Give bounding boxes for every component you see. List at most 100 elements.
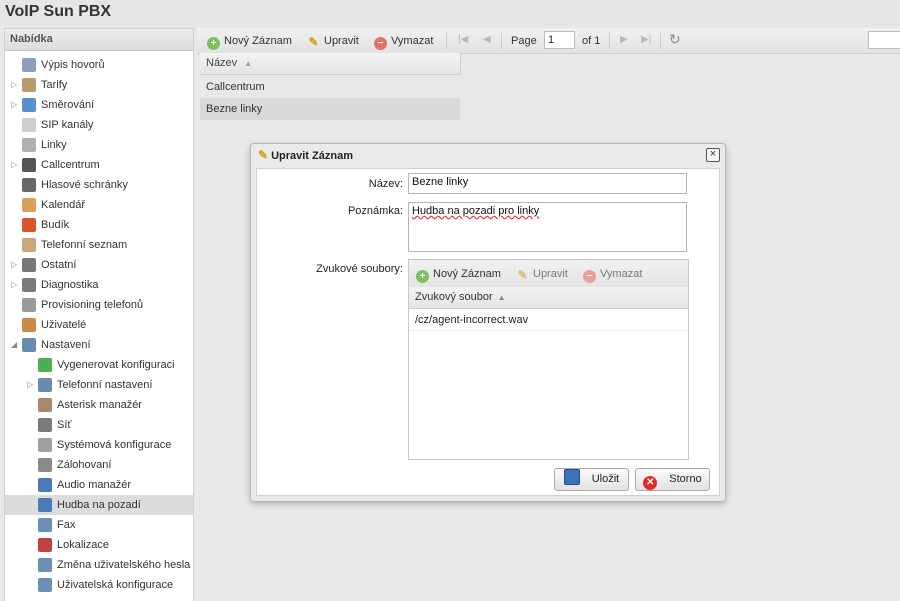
sound-file-row[interactable]: /cz/agent-incorrect.wav [409,309,688,331]
sip-icon [22,118,36,132]
sidebar-item[interactable]: Audio manažér [5,475,193,495]
sidebar-item[interactable]: ▷ Diagnostika [5,275,193,295]
sidebar-item-label: Hudba na pozadí [57,499,141,511]
sidebar-item[interactable]: ▷ Tarify [5,75,193,95]
navigation-tree: Výpis hovorů ▷ Tarify ▷ Směrování SIP kanály L… [5,51,193,601]
grid-header[interactable]: Název ▲ [200,53,461,75]
previous-page-icon[interactable]: ◀ [483,34,491,45]
sidebar-item[interactable]: Výpis hovorů [5,55,193,75]
save-button[interactable]: Uložit [554,468,629,491]
sidebar-item[interactable]: Linky [5,135,193,155]
add-icon: + [416,270,429,283]
pencil-icon: ✎ [517,268,528,282]
note-field-label: Poznámka: [347,205,403,217]
pencil-icon: ✎ [258,148,269,162]
expand-arrow-icon[interactable]: ▷ [11,95,20,115]
expand-arrow-icon[interactable]: ▷ [11,275,20,295]
sidebar-item[interactable]: Asterisk manažér [5,395,193,415]
add-sound-file-button[interactable]: + Nový Záznam [416,266,501,283]
expand-arrow-icon[interactable]: ▷ [11,75,20,95]
pencil-icon: ✎ [308,35,319,49]
column-header-name[interactable]: Název ▲ [206,57,252,69]
dialog-title[interactable]: ✎ Upravit Záznam [258,148,353,162]
navigation-panel-title[interactable]: Nabídka [5,29,193,51]
expand-arrow-icon[interactable]: ▷ [11,255,20,275]
sidebar-item[interactable]: ◢ Nastavení [5,335,193,355]
sidebar-item[interactable]: Systémová konfigurace [5,435,193,455]
sidebar-item[interactable]: Uživatelská konfigurace [5,575,193,595]
floppy-disk-icon [563,469,580,485]
sidebar-item-label: Telefonní seznam [41,239,128,251]
server-icon [38,438,52,452]
report-icon [22,58,36,72]
sidebar-item-label: Změna uživatelského hesla [57,559,191,571]
expand-arrow-icon[interactable]: ▷ [27,375,36,395]
add-icon: + [207,37,220,50]
refresh-icon[interactable]: ↻ [669,31,681,48]
sidebar-item[interactable]: ▷ Směrování [5,95,193,115]
routing-icon [22,98,36,112]
dialog-form: Název: Bezne linky Poznámka: Hudba na po… [256,168,720,496]
music-icon [38,498,52,512]
sidebar-item-label: Fax [57,519,76,531]
sidebar-item[interactable]: Budík [5,215,193,235]
first-page-icon[interactable]: |◀ [458,34,468,45]
check-icon [38,358,52,372]
edit-sound-file-button[interactable]: ✎ Upravit [516,266,567,282]
sidebar-item[interactable]: Kalendář [5,195,193,215]
sidebar-item[interactable]: Síť [5,415,193,435]
sidebar-item[interactable]: Telefonní seznam [5,235,193,255]
sidebar-item-label: Směrování [41,99,95,111]
flag-icon [38,538,52,552]
search-input[interactable] [868,31,900,49]
column-header-sound-file[interactable]: Zvukový soubor ▲ [415,291,506,303]
delete-record-button[interactable]: − Vymazat [374,33,433,50]
edit-record-button[interactable]: ✎ Upravit [307,33,358,49]
diagnostics-icon [22,278,36,292]
sidebar-item[interactable]: Změna uživatelského hesla [5,555,193,575]
toolbar-separator [660,33,661,49]
sound-files-grid: + Nový Záznam ✎ Upravit − Vymazat Zvukový s… [408,259,689,460]
sidebar-item-label: Zálohovaní [57,459,112,471]
sidebar-item[interactable]: Provisioning telefonů [5,295,193,315]
voicemail-icon [22,178,36,192]
table-row-selected[interactable]: Bezne linky [200,98,460,120]
next-page-icon[interactable]: ▶ [620,34,628,45]
note-textarea[interactable]: Hudba na pozadi pro linky [408,202,687,252]
sidebar-item-label: Výpis hovorů [41,59,105,71]
sidebar-item[interactable]: Vygenerovat konfiguraci [5,355,193,375]
close-button[interactable]: × [706,148,720,162]
sidebar-item-label: Ostatní [41,259,77,271]
page-number-input[interactable]: 1 [544,31,575,49]
sort-asc-icon: ▲ [244,59,253,68]
asterisk-icon [38,398,52,412]
toolbar-separator [609,33,610,49]
tariff-icon [22,78,36,92]
name-input[interactable]: Bezne linky [408,173,687,194]
sidebar-item[interactable]: ▷ Telefonní nastavení [5,375,193,395]
other-icon [22,258,36,272]
sidebar-item[interactable]: Zálohovaní [5,455,193,475]
collapse-arrow-icon[interactable]: ◢ [11,335,20,355]
sidebar-item[interactable]: Fax [5,515,193,535]
cancel-button[interactable]: ✕ Storno [635,468,710,491]
delete-sound-file-button[interactable]: − Vymazat [583,266,642,283]
sidebar-item-label: Lokalizace [57,539,109,551]
sidebar-item[interactable]: Hlasové schránky [5,175,193,195]
expand-arrow-icon[interactable]: ▷ [11,155,20,175]
sidebar-item[interactable]: Hudba na pozadí [5,495,193,515]
sidebar-item[interactable]: SIP kanály [5,115,193,135]
sidebar-item[interactable]: ▷ Callcentrum [5,155,193,175]
last-page-icon[interactable]: ▶| [641,34,651,45]
calendar-icon [22,198,36,212]
add-record-button[interactable]: + Nový Záznam [207,33,292,50]
sound-files-header[interactable]: Zvukový soubor ▲ [409,287,688,309]
sidebar-item[interactable]: ▷ Ostatní [5,255,193,275]
sidebar-item[interactable]: Lokalizace [5,535,193,555]
sidebar-item[interactable]: Uživatelé [5,315,193,335]
table-row[interactable]: Callcentrum [200,76,460,98]
sidebar-item-label: Nastavení [41,339,91,351]
sidebar-item-label: SIP kanály [41,119,94,131]
headset-icon [22,158,36,172]
fax-icon [38,518,52,532]
